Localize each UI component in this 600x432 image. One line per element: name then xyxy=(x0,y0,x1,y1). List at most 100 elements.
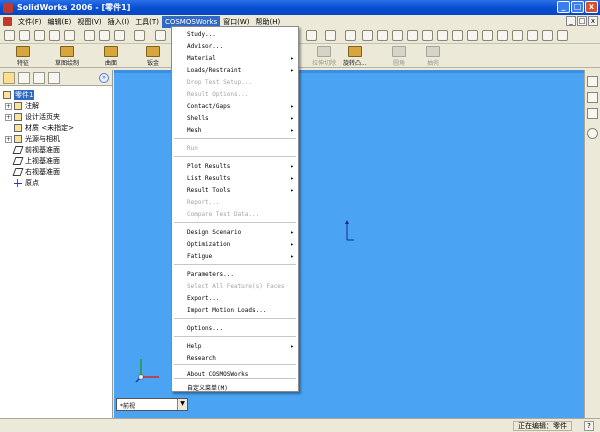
cosmosworks-menu: Study... Advisor... Material ▸ Loads/Restrai… xyxy=(171,26,299,392)
section-view-icon[interactable] xyxy=(512,30,523,41)
menu-item-advisor[interactable]: Advisor... xyxy=(172,41,298,52)
new-file-icon[interactable] xyxy=(4,30,15,41)
close-button[interactable]: x xyxy=(585,1,598,13)
command-surfaces[interactable]: 曲面 xyxy=(104,46,118,67)
menu-item-material[interactable]: Material ▸ xyxy=(172,53,298,64)
copy-icon[interactable] xyxy=(99,30,110,41)
maximize-button[interactable]: □ xyxy=(571,1,584,13)
cosmos-manager-tab-icon[interactable] xyxy=(48,72,60,84)
menu-item-study[interactable]: Study... xyxy=(172,29,298,40)
menu-item-import-motion-loads[interactable]: Import Motion Loads... xyxy=(172,305,298,316)
command-features[interactable]: 特征 xyxy=(16,46,30,67)
command-revolve-boss[interactable]: 旋转凸... xyxy=(343,46,367,67)
menu-item-loads-restraint[interactable]: Loads/Restraint ▸ xyxy=(172,65,298,76)
save-icon[interactable] xyxy=(34,30,45,41)
command-sheet-metal[interactable]: 钣金 xyxy=(146,46,160,67)
menu-item-optimization[interactable]: Optimization ▸ xyxy=(172,239,298,250)
configuration-combo[interactable]: *前视 ▼ xyxy=(116,398,188,411)
view-orientation-icon[interactable] xyxy=(452,30,463,41)
zoom-area-icon[interactable] xyxy=(377,30,388,41)
rotate-view-icon[interactable] xyxy=(422,30,433,41)
pan-icon[interactable] xyxy=(437,30,448,41)
zoom-in-out-icon[interactable] xyxy=(392,30,403,41)
undo-icon[interactable] xyxy=(114,30,125,41)
doc-restore-button[interactable]: □ xyxy=(577,16,587,26)
open-file-icon[interactable] xyxy=(19,30,30,41)
redo-icon[interactable] xyxy=(134,30,145,41)
menu-item-list-results[interactable]: List Results ▸ xyxy=(172,173,298,184)
menu-insert[interactable]: 插入(I) xyxy=(105,16,133,28)
menu-item-fatigue[interactable]: Fatigue ▸ xyxy=(172,251,298,262)
expand-task-pane-icon[interactable] xyxy=(587,128,598,139)
menu-item-plot-results[interactable]: Plot Results ▸ xyxy=(172,161,298,172)
expand-icon[interactable]: + xyxy=(5,102,12,110)
menu-tools[interactable]: 工具(T) xyxy=(132,16,162,28)
doc-minimize-button[interactable]: _ xyxy=(566,16,576,26)
command-fillet-label: 圆角 xyxy=(392,60,405,67)
tree-item-material[interactable]: 材质 <未指定> xyxy=(14,123,74,133)
sw-resources-icon[interactable] xyxy=(587,76,598,87)
feature-manager-panel: » 零件1 + 注解 + 设计活页夹 材质 <未指定> + 光源与相机 前视基准… xyxy=(0,70,113,418)
tree-item-lights-cameras[interactable]: + 光源与相机 xyxy=(5,134,60,144)
menu-item-options[interactable]: Options... xyxy=(172,323,298,334)
tree-item-design-binder[interactable]: + 设计活页夹 xyxy=(5,112,60,122)
tree-item-label: 上视基准面 xyxy=(25,157,60,165)
menu-view[interactable]: 视图(V) xyxy=(74,16,104,28)
menu-item-export[interactable]: Export... xyxy=(172,293,298,304)
print-preview-icon[interactable] xyxy=(64,30,75,41)
help-icon[interactable]: ? xyxy=(584,421,594,431)
command-fillet[interactable]: 圆角 xyxy=(392,46,406,67)
menu-item-design-scenario[interactable]: Design Scenario ▸ xyxy=(172,227,298,238)
revolve-boss-icon xyxy=(347,46,362,57)
task-pane-tabs xyxy=(584,70,600,418)
submenu-arrow-icon: ▸ xyxy=(290,343,294,350)
chevron-down-icon[interactable]: ▼ xyxy=(177,399,187,410)
tree-item-top-plane[interactable]: 上视基准面 xyxy=(12,156,60,166)
command-sketch-label: 草图绘制 xyxy=(55,60,80,67)
command-shell[interactable]: 抽壳 xyxy=(426,46,440,67)
document-icon[interactable] xyxy=(3,17,12,26)
options-icon[interactable] xyxy=(325,30,336,41)
hidden-lines-icon[interactable] xyxy=(482,30,493,41)
tree-item-front-plane[interactable]: 前视基准面 xyxy=(12,145,60,155)
design-library-icon[interactable] xyxy=(587,92,598,103)
toolbar-overflow-icon[interactable] xyxy=(557,30,568,41)
tree-root-part[interactable]: 零件1 xyxy=(3,90,35,100)
menu-item-customize-menu[interactable]: 自定义菜单(M) xyxy=(172,383,298,394)
command-sketch[interactable]: 草图绘制 xyxy=(55,46,79,67)
cut-icon[interactable] xyxy=(84,30,95,41)
select-filter-icon[interactable] xyxy=(345,30,356,41)
expand-icon[interactable]: + xyxy=(5,135,12,143)
menu-item-research[interactable]: Research xyxy=(172,353,298,364)
tree-item-origin[interactable]: 原点 xyxy=(14,178,39,188)
view-icon[interactable] xyxy=(542,30,553,41)
collapse-panel-icon[interactable]: » xyxy=(99,73,109,83)
menu-file[interactable]: 文件(F) xyxy=(15,16,45,28)
command-cut-extrude[interactable]: 拉伸切除 xyxy=(312,46,336,67)
menu-item-label: Study... xyxy=(187,31,216,38)
menu-edit[interactable]: 编辑(E) xyxy=(45,16,75,28)
tree-item-annotations[interactable]: + 注解 xyxy=(5,101,39,111)
menu-item-mesh[interactable]: Mesh ▸ xyxy=(172,125,298,136)
zoom-selection-icon[interactable] xyxy=(407,30,418,41)
menu-item-contact-gaps[interactable]: Contact/Gaps ▸ xyxy=(172,101,298,112)
zoom-fit-icon[interactable] xyxy=(362,30,373,41)
print-icon[interactable] xyxy=(49,30,60,41)
feature-tree-tab-icon[interactable] xyxy=(3,72,15,84)
menu-item-parameters[interactable]: Parameters... xyxy=(172,269,298,280)
configuration-manager-tab-icon[interactable] xyxy=(33,72,45,84)
property-manager-tab-icon[interactable] xyxy=(18,72,30,84)
doc-close-button[interactable]: x xyxy=(588,16,598,26)
minimize-button[interactable]: _ xyxy=(557,1,570,13)
menu-item-shells[interactable]: Shells ▸ xyxy=(172,113,298,124)
standard-views-icon[interactable] xyxy=(527,30,538,41)
shaded-icon[interactable] xyxy=(497,30,508,41)
menu-item-help[interactable]: Help ▸ xyxy=(172,341,298,352)
wireframe-icon[interactable] xyxy=(467,30,478,41)
expand-icon[interactable]: + xyxy=(5,113,12,121)
rebuild-icon[interactable] xyxy=(306,30,317,41)
select-icon[interactable] xyxy=(155,30,166,41)
file-explorer-icon[interactable] xyxy=(587,108,598,119)
tree-item-right-plane[interactable]: 右视基准面 xyxy=(12,167,60,177)
menu-item-result-tools[interactable]: Result Tools ▸ xyxy=(172,185,298,196)
